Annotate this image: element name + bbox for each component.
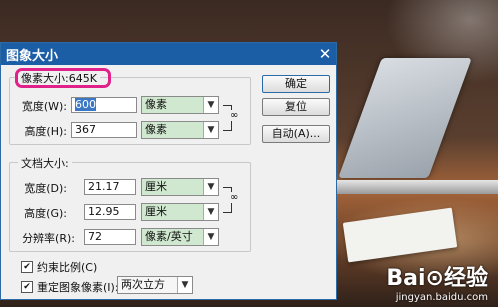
chevron-down-icon: ▼ [203,122,218,138]
laptop-base [325,180,498,194]
baidu-watermark: Bai⊙经验 jingyan.baidu.com [386,260,488,303]
ok-button[interactable]: 确定 [262,75,330,93]
close-icon[interactable]: ✕ [314,45,336,63]
watermark-url: jingyan.baidu.com [395,292,488,303]
reset-button[interactable]: 复位 [262,98,330,116]
resolution-unit-select[interactable]: 像素/英寸 ▼ [141,228,219,246]
resolution-input[interactable]: 72 [84,229,136,245]
document-size-label: 文档大小: [18,155,72,171]
chain-link-icon: ∞ [230,110,239,121]
pixel-width-unit-select[interactable]: 像素 ▼ [141,96,219,114]
chevron-down-icon: ▼ [203,97,218,113]
check-icon: ✔ [21,261,33,273]
constrain-proportions-label: 约束比例(C) [37,261,98,274]
auto-button[interactable]: 自动(A)... [262,125,330,143]
doc-width-unit-select[interactable]: 厘米 ▼ [141,178,219,196]
doc-width-label: 宽度(D): [24,182,67,195]
doc-height-label: 高度(G): [24,207,67,220]
resample-image-label: 重定图象像素(I): [37,281,119,294]
check-icon: ✔ [21,281,33,293]
doc-height-unit-select[interactable]: 厘米 ▼ [141,203,219,221]
doc-width-input[interactable]: 21.17 [84,179,136,195]
pixel-height-label: 高度(H): [24,125,67,138]
image-size-dialog: 图象大小 ✕ 像素大小:645K 宽度(W): 600 像素 ▼ 高度(H): 3… [0,42,337,300]
chevron-down-icon: ▼ [203,204,218,220]
chain-link-icon: ∞ [230,192,239,203]
resample-method-select[interactable]: 两次立方 ▼ [117,276,193,294]
highlight-annotation [15,68,111,88]
doc-height-input[interactable]: 12.95 [84,204,136,220]
watermark-brand: Bai⊙经验 [386,266,488,291]
pixel-height-unit-select[interactable]: 像素 ▼ [141,121,219,139]
pixel-width-label: 宽度(W): [21,100,67,113]
resample-image-checkbox[interactable]: ✔ 重定图象像素(I): [21,279,119,295]
chevron-down-icon: ▼ [203,229,218,245]
chevron-down-icon: ▼ [177,277,192,293]
constrain-proportions-checkbox[interactable]: ✔ 约束比例(C) [21,259,97,275]
title-bar: 图象大小 ✕ [1,43,336,65]
resolution-label: 分辨率(R): [22,232,75,245]
pixel-width-input[interactable]: 600 [71,97,137,113]
dialog-title: 图象大小 [6,48,59,64]
pixel-height-input[interactable]: 367 [71,122,137,138]
chevron-down-icon: ▼ [203,179,218,195]
